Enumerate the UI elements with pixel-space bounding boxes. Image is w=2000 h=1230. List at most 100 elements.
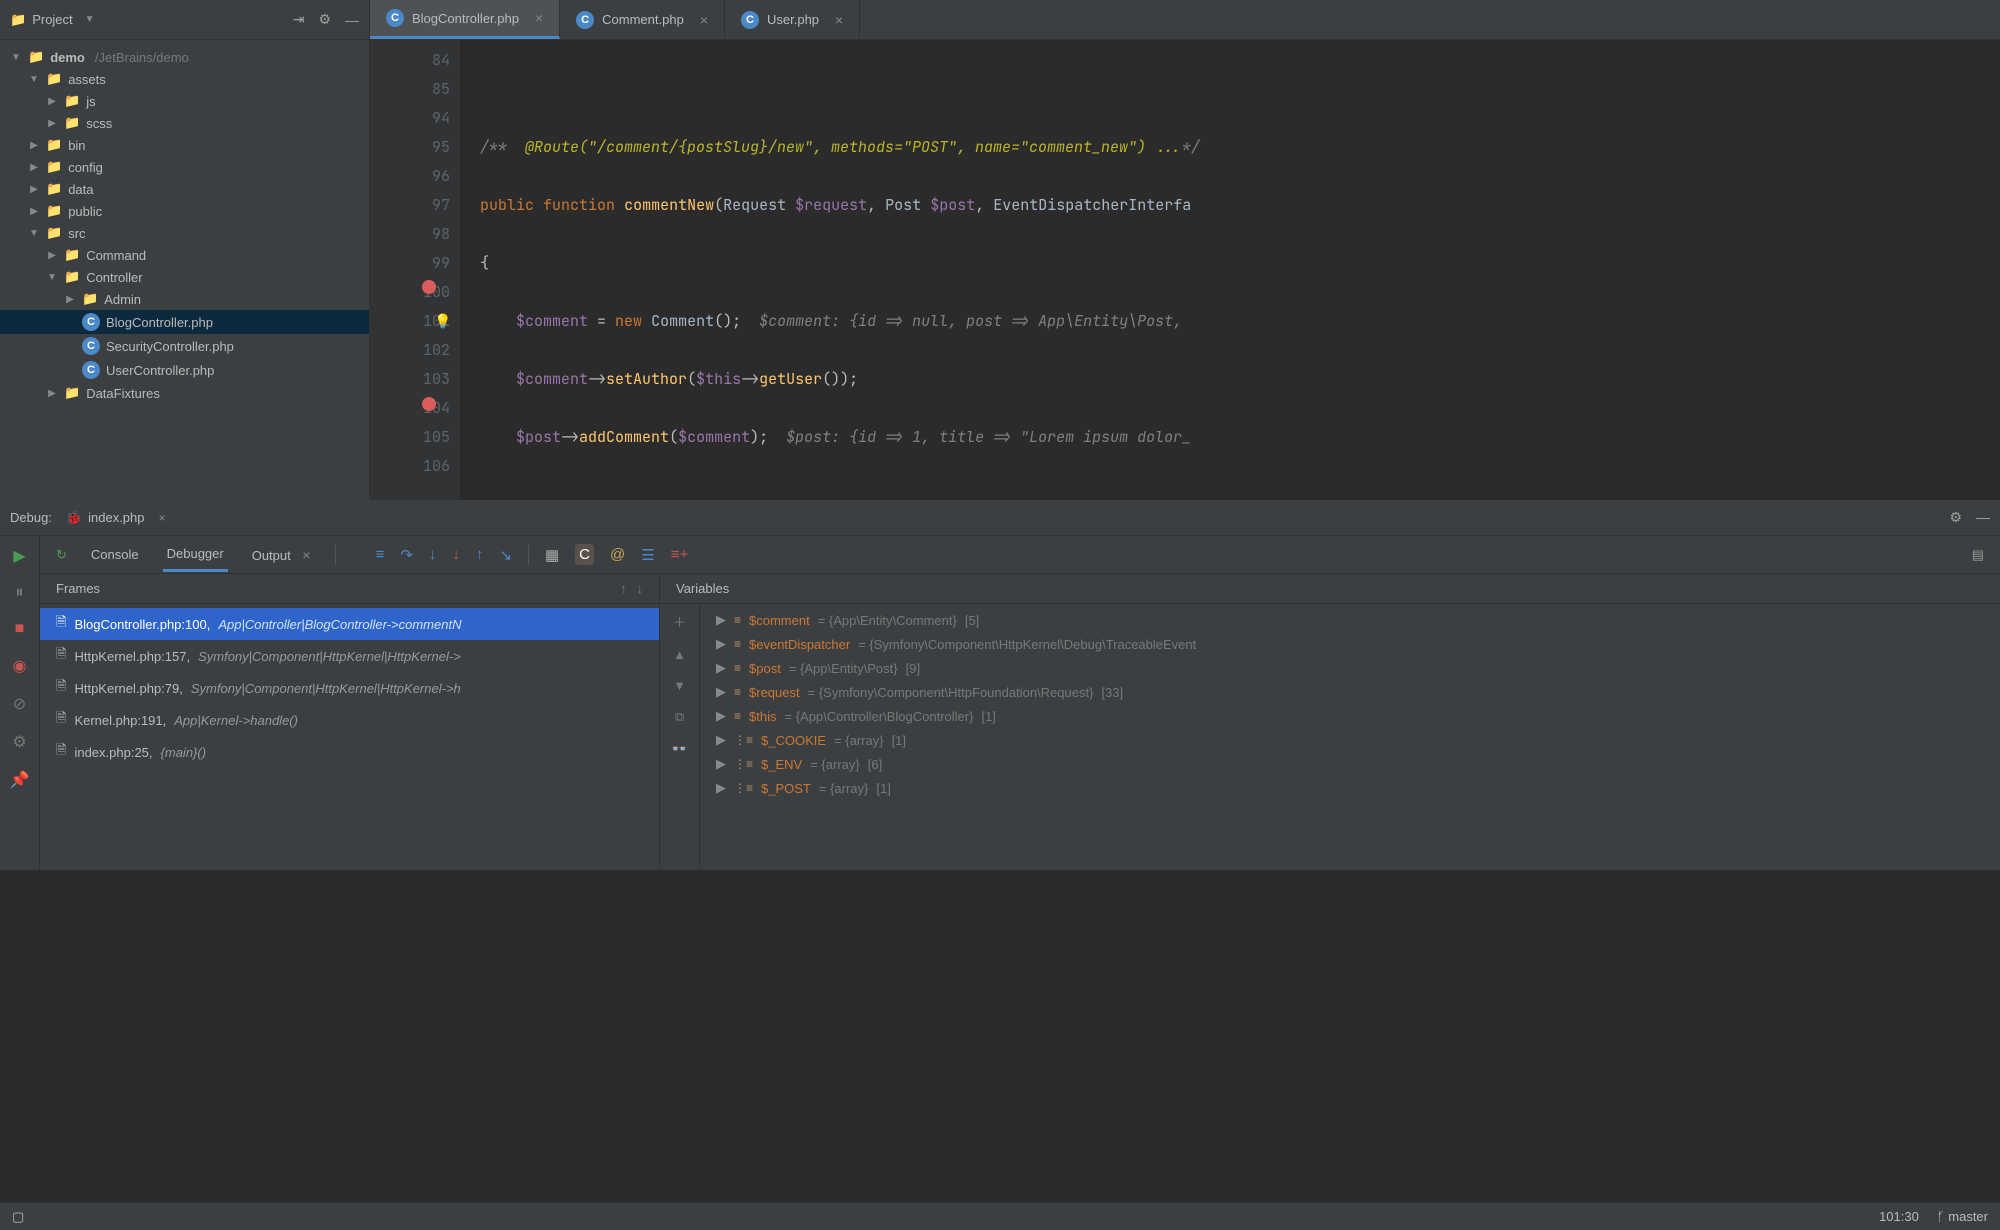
expand-icon[interactable]: ▶ [46,118,58,129]
intention-bulb-icon[interactable]: 💡 [434,308,451,337]
step-out-icon[interactable]: ↑ [476,546,484,563]
gutter-line[interactable]: 85 [370,75,450,104]
step-into-icon[interactable]: ↓ [429,546,437,563]
frame-item[interactable]: 🗎HttpKernel.php:157, Symfony|Component|H… [40,640,659,672]
project-dropdown[interactable]: 📁 Project ▼ [10,12,293,28]
evaluate-expression-icon[interactable]: ▦ [545,546,559,564]
tree-item-bin[interactable]: ▶📁bin [0,134,369,156]
tree-item-blogcontroller-php[interactable]: CBlogController.php [0,310,369,334]
variable-item[interactable]: ▶≡$this = {App\Controller\BlogController… [700,704,2000,728]
expand-icon[interactable]: ▶ [64,294,76,305]
frame-item[interactable]: 🗎BlogController.php:100, App|Controller|… [40,608,659,640]
expand-icon[interactable]: ▶ [716,732,726,748]
view-breakpoints-button[interactable]: ◉ [13,656,27,676]
copy-icon[interactable]: ⧉ [675,709,684,725]
tree-item-admin[interactable]: ▶📁Admin [0,288,369,310]
tree-item-controller[interactable]: ▼📁Controller [0,266,369,288]
tree-item-scss[interactable]: ▶📁scss [0,112,369,134]
step-over-icon[interactable]: ↷ [400,546,413,564]
expand-icon[interactable]: ▼ [46,272,58,283]
frames-list[interactable]: 🗎BlogController.php:100, App|Controller|… [40,604,659,870]
tab-blogcontroller[interactable]: C BlogController.php × [370,0,560,39]
tree-item-datafixtures[interactable]: ▶📁DataFixtures [0,382,369,404]
frame-item[interactable]: 🗎index.php:25, {main}() [40,736,659,768]
git-branch[interactable]: ᚶ master [1937,1209,1988,1224]
editor-gutter[interactable]: 8485949596979899100101102103104105106 💡 [370,40,460,500]
gutter-line[interactable]: 100 [370,278,450,307]
tab-user[interactable]: C User.php × [725,0,860,39]
breakpoint-icon[interactable] [422,397,436,411]
run-to-cursor-icon[interactable]: ↘ [499,546,512,564]
expand-icon[interactable]: ▶ [716,756,726,772]
close-icon[interactable]: × [535,10,543,26]
minimize-icon[interactable]: — [345,12,359,28]
variable-item[interactable]: ▶⋮≡$_POST = {array} [1] [700,776,2000,800]
chevron-down-icon[interactable]: ▼ [10,52,22,63]
output-tab[interactable]: Output × [248,539,315,571]
at-icon[interactable]: @ [610,546,625,563]
variable-item[interactable]: ▶≡$eventDispatcher = {Symfony\Component\… [700,632,2000,656]
minimize-icon[interactable]: — [1976,509,1990,526]
expand-icon[interactable]: ▶ [716,780,726,796]
list-icon[interactable]: ☰ [641,546,654,564]
expand-icon[interactable]: ▶ [716,660,726,676]
gutter-line[interactable]: 98 [370,220,450,249]
gutter-line[interactable]: 95 [370,133,450,162]
tree-item-js[interactable]: ▶📁js [0,90,369,112]
expand-icon[interactable]: ▶ [28,140,40,151]
gutter-line[interactable]: 105 [370,423,450,452]
gutter-line[interactable]: 96 [370,162,450,191]
variable-item[interactable]: ▶≡$comment = {App\Entity\Comment} [5] [700,608,2000,632]
add-icon[interactable]: ＋ [673,612,686,631]
expand-icon[interactable]: ▶ [716,636,726,652]
trace-icon[interactable]: C [575,544,594,565]
glasses-icon[interactable]: 👓 [671,741,687,757]
rerun-icon[interactable]: ↻ [56,547,67,563]
cursor-position[interactable]: 101:30 [1879,1209,1919,1224]
frame-item[interactable]: 🗎HttpKernel.php:79, Symfony|Component|Ht… [40,672,659,704]
frame-down-icon[interactable]: ↓ [637,581,644,596]
debug-settings-button[interactable]: ⚙ [12,732,26,752]
variable-item[interactable]: ▶⋮≡$_ENV = {array} [6] [700,752,2000,776]
up-icon[interactable]: ▲ [673,647,686,662]
expand-icon[interactable]: ▼ [28,74,40,85]
close-icon[interactable]: × [700,12,708,28]
close-icon[interactable]: × [835,12,843,28]
tool-window-icon[interactable]: ▢ [12,1209,24,1225]
project-tree[interactable]: ▼ 📁 demo /JetBrains/demo ▼📁assets▶📁js▶📁s… [0,40,370,500]
add-watch-icon[interactable]: ≡+ [671,546,689,563]
variable-item[interactable]: ▶≡$post = {App\Entity\Post} [9] [700,656,2000,680]
variable-item[interactable]: ▶≡$request = {Symfony\Component\HttpFoun… [700,680,2000,704]
variable-item[interactable]: ▶⋮≡$_COOKIE = {array} [1] [700,728,2000,752]
variables-list[interactable]: ▶≡$comment = {App\Entity\Comment} [5]▶≡$… [700,604,2000,870]
frame-item[interactable]: 🗎Kernel.php:191, App|Kernel->handle() [40,704,659,736]
pause-button[interactable]: ⏸ [15,584,23,602]
layout-icon[interactable]: ▤ [1972,547,1984,563]
tab-comment[interactable]: C Comment.php × [560,0,725,39]
down-icon[interactable]: ▼ [673,678,686,693]
expand-icon[interactable]: ▶ [28,206,40,217]
expand-icon[interactable]: ▼ [28,228,40,239]
stop-button[interactable]: ■ [15,620,25,638]
settings-icon[interactable]: ⚙ [1949,509,1962,526]
force-step-into-icon[interactable]: ↓ [452,546,460,563]
expand-icon[interactable]: ▶ [716,708,726,724]
expand-icon[interactable]: ▶ [28,162,40,173]
debug-session-tab[interactable]: 🐞 index.php × [66,510,166,526]
expand-icon[interactable]: ▶ [46,250,58,261]
tree-item-config[interactable]: ▶📁config [0,156,369,178]
show-execution-point-icon[interactable]: ≡ [376,546,385,563]
tree-item-assets[interactable]: ▼📁assets [0,68,369,90]
gutter-line[interactable]: 94 [370,104,450,133]
expand-icon[interactable]: ▶ [716,612,726,628]
expand-icon[interactable]: ▶ [46,96,58,107]
gutter-line[interactable]: 102 [370,336,450,365]
code-area[interactable]: /** @Route("/comment/{postSlug}/new", me… [460,40,2000,500]
frame-up-icon[interactable]: ↑ [620,581,627,596]
code-editor[interactable]: 8485949596979899100101102103104105106 💡 … [370,40,2000,500]
mute-breakpoints-button[interactable]: ⊘ [13,694,26,714]
tree-root[interactable]: ▼ 📁 demo /JetBrains/demo [0,46,369,68]
gutter-line[interactable]: 99 [370,249,450,278]
tree-item-usercontroller-php[interactable]: CUserController.php [0,358,369,382]
gutter-line[interactable]: 104 [370,394,450,423]
